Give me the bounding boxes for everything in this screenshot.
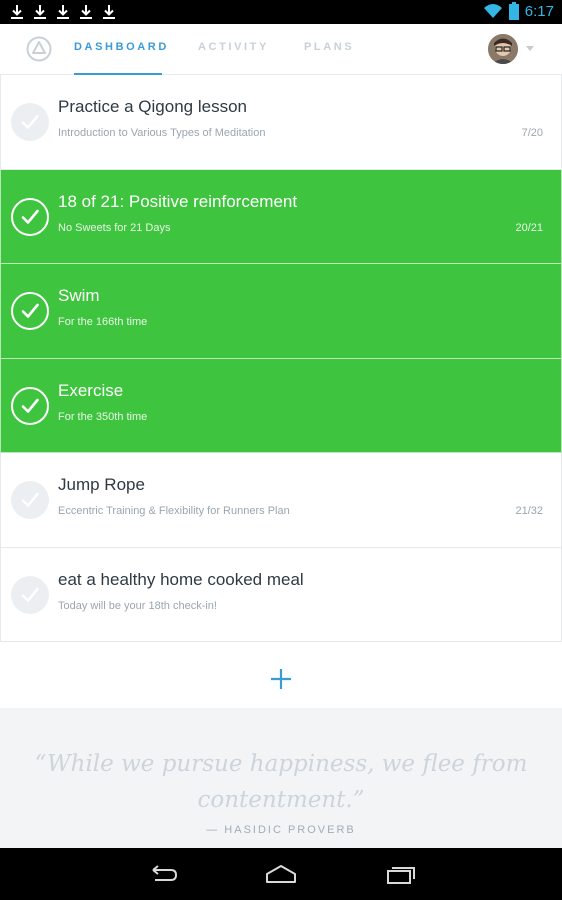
tab-activity[interactable]: ACTIVITY bbox=[198, 41, 269, 53]
recent-apps-icon[interactable] bbox=[384, 862, 418, 886]
item-title: eat a healthy home cooked meal bbox=[58, 569, 304, 589]
download-icon bbox=[34, 5, 46, 19]
item-subtitle: Today will be your 18th check-in! bbox=[58, 599, 217, 612]
download-icon bbox=[80, 5, 92, 19]
item-subtitle: Eccentric Training & Flexibility for Run… bbox=[58, 505, 290, 517]
checkmark-icon bbox=[21, 114, 39, 129]
check-button[interactable] bbox=[11, 292, 49, 330]
item-progress-count: 21/32 bbox=[515, 505, 543, 517]
item-subtitle: For the 166th time bbox=[58, 316, 148, 328]
checkmark-icon bbox=[21, 398, 39, 413]
list-item[interactable]: Jump Rope Eccentric Training & Flexibili… bbox=[0, 453, 562, 548]
wifi-icon bbox=[483, 4, 502, 18]
habit-list: Practice a Qigong lesson Introduction to… bbox=[0, 75, 562, 642]
checkmark-icon bbox=[21, 587, 39, 602]
tab-plans[interactable]: PLANS bbox=[304, 41, 354, 53]
download-icon bbox=[11, 5, 23, 19]
checkmark-icon bbox=[21, 303, 39, 318]
system-status: 6:17 bbox=[483, 2, 554, 20]
item-title: Practice a Qigong lesson bbox=[58, 97, 247, 116]
list-item[interactable]: Exercise For the 350th time bbox=[0, 358, 562, 453]
chevron-down-icon[interactable] bbox=[526, 46, 534, 51]
home-icon[interactable] bbox=[264, 862, 298, 886]
item-subtitle: Introduction to Various Types of Meditat… bbox=[58, 127, 266, 139]
item-progress-count: 20/21 bbox=[515, 221, 543, 234]
clock: 6:17 bbox=[524, 2, 554, 20]
list-item[interactable]: Swim For the 166th time bbox=[0, 264, 562, 359]
item-title: Swim bbox=[58, 286, 100, 305]
avatar[interactable] bbox=[488, 34, 518, 64]
add-section bbox=[0, 642, 562, 708]
quote-text: “While we pursue happiness, we flee from… bbox=[34, 751, 528, 813]
list-item[interactable]: eat a healthy home cooked meal Today wil… bbox=[0, 547, 562, 642]
back-icon[interactable] bbox=[145, 862, 179, 886]
user-photo bbox=[488, 34, 518, 64]
list-item[interactable]: Practice a Qigong lesson Introduction to… bbox=[0, 75, 562, 170]
check-button[interactable] bbox=[11, 481, 49, 519]
item-title: Exercise bbox=[58, 380, 124, 400]
battery-icon bbox=[508, 2, 519, 20]
check-button[interactable] bbox=[11, 103, 49, 141]
checkmark-icon bbox=[21, 209, 39, 224]
item-subtitle: For the 350th time bbox=[58, 410, 148, 423]
checkmark-icon bbox=[21, 492, 39, 507]
item-progress-count: 7/20 bbox=[521, 127, 543, 139]
check-button[interactable] bbox=[11, 386, 49, 425]
quote-author: — HASIDIC PROVERB bbox=[206, 824, 356, 836]
status-bar: 6:17 bbox=[0, 0, 562, 24]
check-button[interactable] bbox=[11, 197, 49, 236]
quote-panel: “While we pursue happiness, we flee from… bbox=[0, 708, 562, 848]
add-habit-button[interactable] bbox=[268, 666, 294, 692]
app-logo-icon[interactable] bbox=[26, 36, 52, 62]
item-subtitle: No Sweets for 21 Days bbox=[58, 221, 171, 234]
tab-dashboard[interactable]: DASHBOARD bbox=[74, 41, 169, 53]
download-icon bbox=[57, 5, 69, 19]
check-button[interactable] bbox=[11, 575, 49, 614]
top-navigation: DASHBOARD ACTIVITY PLANS bbox=[0, 24, 562, 75]
list-item[interactable]: 18 of 21: Positive reinforcement No Swee… bbox=[0, 169, 562, 264]
item-title: 18 of 21: Positive reinforcement bbox=[58, 191, 298, 211]
item-title: Jump Rope bbox=[58, 475, 145, 494]
notification-icons bbox=[8, 3, 118, 21]
download-icon bbox=[103, 5, 115, 19]
system-nav-bar bbox=[0, 848, 562, 900]
